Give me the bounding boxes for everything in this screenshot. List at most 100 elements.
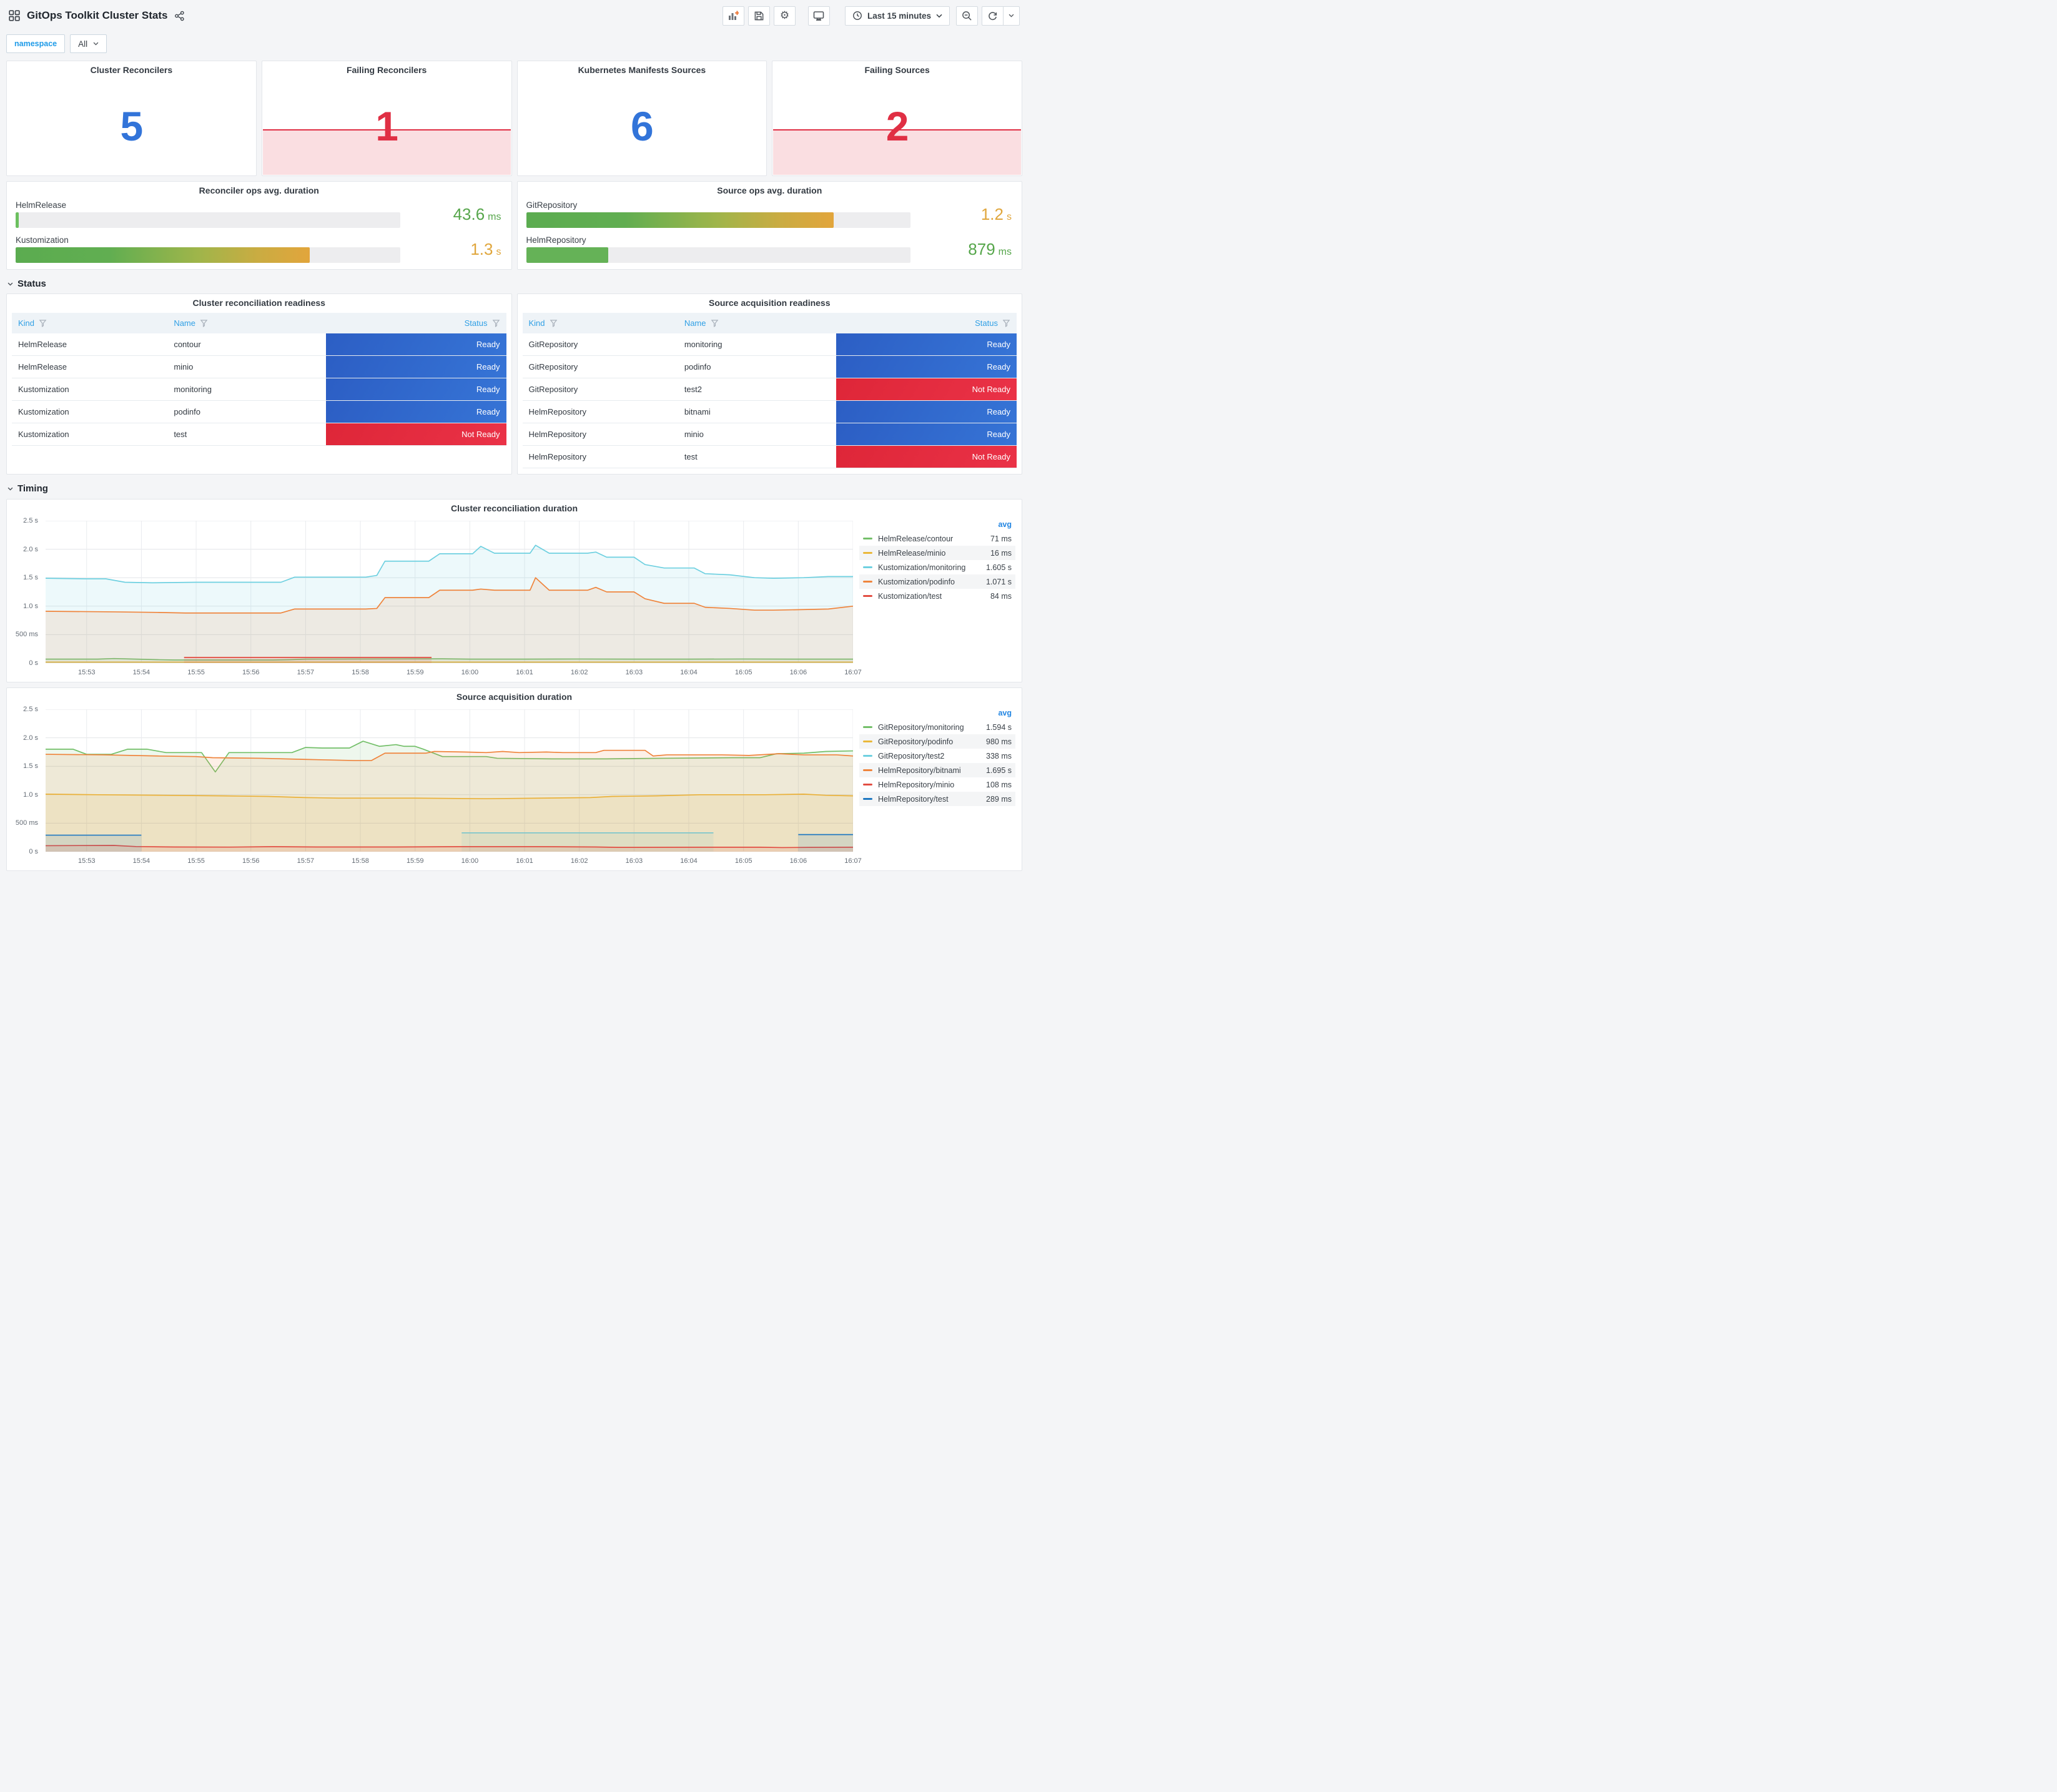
timeseries-panel-cluster-reconciliation-duration: Cluster reconciliation duration 0 s 500 m… <box>6 499 1022 682</box>
tables-row: Cluster reconciliation readiness Kind Na… <box>6 293 1022 475</box>
panel-title[interactable]: Source acquisition readiness <box>518 294 1022 312</box>
timeseries-panel-source-acquisition-duration: Source acquisition duration 0 s 500 ms 1.0… <box>6 687 1022 871</box>
panel-title[interactable]: Kubernetes Manifests Sources <box>518 61 767 79</box>
status-badge: Ready <box>325 333 506 355</box>
cell-status: Ready <box>836 333 1017 355</box>
legend-item[interactable]: HelmRepository/bitnami 1.695 s <box>859 763 1015 777</box>
save-dashboard-button[interactable] <box>747 6 770 26</box>
variable-namespace-label[interactable]: namespace <box>6 34 66 53</box>
y-axis-tick-label: 1.5 s <box>23 762 38 770</box>
add-panel-button[interactable] <box>722 6 744 26</box>
refresh-button-group <box>982 6 1020 26</box>
series-avg-value: 1.695 s <box>985 766 1012 775</box>
panel-title[interactable]: Source ops avg. duration <box>518 182 1022 199</box>
time-range-label: Last 15 minutes <box>867 11 931 21</box>
dashboard-page: GitOps Toolkit Cluster Stats ⚙ Last 15 m… <box>0 0 1028 871</box>
legend-item[interactable]: HelmRepository/minio 108 ms <box>859 777 1015 792</box>
legend: avg HelmRelease/contour 71 ms HelmRelease/… <box>859 518 1015 603</box>
gauge-value: 879 ms <box>968 239 1012 258</box>
column-header-status[interactable]: Status <box>326 313 506 333</box>
y-axis-tick-label: 500 ms <box>15 631 38 639</box>
legend-item[interactable]: GitRepository/podinfo 980 ms <box>859 734 1015 749</box>
plus-icon <box>735 11 739 15</box>
legend-item[interactable]: HelmRelease/contour 71 ms <box>859 531 1015 546</box>
x-axis-tick-label: 15:59 <box>406 857 424 865</box>
status-badge: Ready <box>836 423 1017 445</box>
y-axis-tick-label: 2.5 s <box>23 517 38 524</box>
legend-item[interactable]: HelmRelease/minio 16 ms <box>859 546 1015 560</box>
tv-mode-button[interactable] <box>807 6 830 26</box>
column-header-kind[interactable]: Kind <box>12 313 167 333</box>
plot-area[interactable] <box>46 709 853 852</box>
table-panel-cluster-reconciliation-readiness: Cluster reconciliation readiness Kind Na… <box>6 293 512 475</box>
gauges-row: Reconciler ops avg. duration HelmRelease… <box>6 181 1022 270</box>
cell-name: test2 <box>684 385 702 394</box>
share-icon[interactable] <box>174 11 185 21</box>
legend-item[interactable]: GitRepository/test2 338 ms <box>859 749 1015 763</box>
series-color-dash <box>863 538 872 539</box>
cell-kind: HelmRepository <box>528 430 586 439</box>
table-row: HelmRelease contour Ready <box>12 333 506 356</box>
series-name: HelmRelease/minio <box>878 548 946 558</box>
x-axis-tick-label: 15:55 <box>187 669 205 676</box>
legend-item[interactable]: HelmRepository/test 289 ms <box>859 792 1015 806</box>
cell-name: monitoring <box>684 340 723 349</box>
refresh-button[interactable] <box>982 6 1004 26</box>
stat-value: 5 <box>120 103 144 150</box>
legend-avg-header[interactable]: avg <box>859 518 1015 531</box>
column-header-name[interactable]: Name <box>678 313 836 333</box>
time-range-picker[interactable]: Last 15 minutes <box>844 6 950 26</box>
panel-title[interactable]: Source acquisition duration <box>7 688 1022 706</box>
column-header-kind[interactable]: Kind <box>523 313 678 333</box>
legend-item[interactable]: Kustomization/podinfo 1.071 s <box>859 574 1015 589</box>
series-color-dash <box>863 566 872 568</box>
gauge-row-kustomization: Kustomization 1.3 s <box>16 235 501 263</box>
tv-icon <box>814 11 824 21</box>
series-avg-value: 1.594 s <box>985 722 1012 732</box>
variable-namespace-value-dropdown[interactable]: All <box>70 34 107 53</box>
legend-item[interactable]: GitRepository/monitoring 1.594 s <box>859 720 1015 734</box>
table-row: GitRepository test2 Not Ready <box>522 378 1017 401</box>
series-color-dash <box>863 726 872 728</box>
filter-funnel-icon <box>492 320 500 327</box>
dashboard-settings-button[interactable]: ⚙ <box>773 6 796 26</box>
section-title: Status <box>17 278 46 289</box>
y-axis-tick-label: 2.5 s <box>23 706 38 713</box>
chart-body: 0 s 500 ms 1.0 s 1.5 s 2.0 s 2.5 s 15:53 15:54… <box>13 517 1015 679</box>
legend-item[interactable]: Kustomization/monitoring 1.605 s <box>859 560 1015 574</box>
x-axis-tick-label: 16:06 <box>789 857 807 865</box>
y-axis-tick-label: 1.5 s <box>23 574 38 582</box>
legend-avg-header[interactable]: avg <box>859 707 1015 720</box>
section-row-status[interactable]: Status <box>7 278 1022 289</box>
panel-title[interactable]: Failing Sources <box>772 61 1022 79</box>
x-axis-tick-label: 16:02 <box>570 857 588 865</box>
column-header-name[interactable]: Name <box>167 313 325 333</box>
gauge-body: HelmRelease 43.6 ms Kustomization 1.3 s <box>16 200 501 263</box>
series-name: Kustomization/test <box>878 591 942 601</box>
status-badge: Ready <box>325 356 506 378</box>
x-axis-tick-label: 15:54 <box>132 669 150 676</box>
top-bar: GitOps Toolkit Cluster Stats ⚙ Last 15 m… <box>6 0 1022 31</box>
panel-title[interactable]: Cluster Reconcilers <box>7 61 256 79</box>
chevron-down-icon <box>936 14 942 17</box>
panel-title[interactable]: Cluster reconciliation readiness <box>7 294 511 312</box>
cell-name: monitoring <box>174 385 212 394</box>
x-axis-tick-label: 15:56 <box>242 669 260 676</box>
legend-item[interactable]: Kustomization/test 84 ms <box>859 589 1015 603</box>
x-axis-tick-label: 16:02 <box>570 669 588 676</box>
panel-title[interactable]: Failing Reconcilers <box>262 61 511 79</box>
plot-area[interactable] <box>46 521 853 663</box>
column-header-status[interactable]: Status <box>836 313 1017 333</box>
section-row-timing[interactable]: Timing <box>7 483 1022 494</box>
panel-title[interactable]: Cluster reconciliation duration <box>7 500 1022 517</box>
cell-kind: GitRepository <box>528 385 578 394</box>
x-axis-tick-label: 16:01 <box>516 669 533 676</box>
zoom-out-button[interactable] <box>956 6 978 26</box>
refresh-interval-dropdown[interactable] <box>1004 6 1020 26</box>
x-axis-tick-label: 15:53 <box>77 669 96 676</box>
stat-value: 6 <box>631 103 654 150</box>
gauge-bar-fill <box>16 212 19 228</box>
panel-title[interactable]: Reconciler ops avg. duration <box>7 182 511 199</box>
table-row: HelmRepository minio Ready <box>522 423 1017 446</box>
y-axis-tick-label: 500 ms <box>15 819 38 827</box>
